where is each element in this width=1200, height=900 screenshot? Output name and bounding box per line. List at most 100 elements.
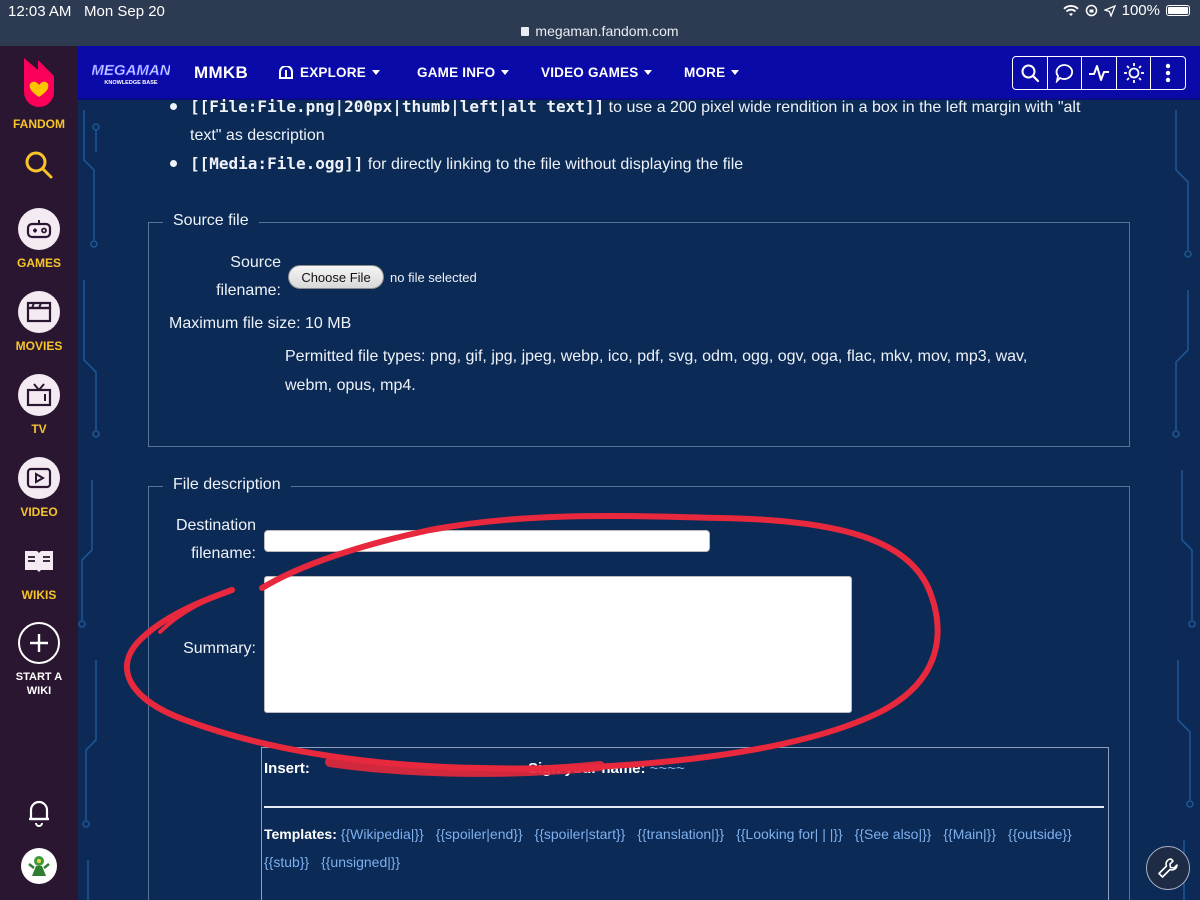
source-label-line2: filename: (216, 282, 281, 299)
destination-filename-label: Destination filename: (146, 512, 256, 568)
fandom-sidebar: FANDOM GAMES MOVIES TV VIDEO WIKIS START… (0, 46, 78, 900)
permitted-line1: Permitted file types: png, gif, jpg, jpe… (285, 348, 1028, 365)
rail-item-tv[interactable]: TV (0, 374, 78, 436)
book-icon (18, 540, 60, 582)
list-item: [[Media:File.ogg]] for directly linking … (170, 150, 1150, 179)
template-link[interactable]: {{Looking for| | |}} (736, 826, 843, 842)
dest-label-line1: Destination (175, 517, 256, 534)
fandom-search-button[interactable] (0, 150, 78, 185)
rail-item-movies[interactable]: MOVIES (0, 291, 78, 353)
rail-label-video: VIDEO (20, 505, 58, 519)
wiki-name[interactable]: MMKB (194, 63, 248, 83)
search-icon (25, 151, 53, 179)
status-indicators: 100% (1062, 2, 1190, 19)
user-avatar[interactable] (0, 848, 78, 884)
more-options-button[interactable] (1151, 57, 1185, 89)
template-link[interactable]: {{Main|}} (943, 826, 996, 842)
nav-explore[interactable]: EXPLORE (278, 65, 380, 80)
summary-textarea[interactable] (264, 576, 852, 713)
nav-video-games[interactable]: VIDEO GAMES (541, 65, 653, 80)
rail-label-wikis: WIKIS (21, 588, 57, 602)
recent-activity-button[interactable] (1082, 57, 1117, 89)
battery-percent: 100% (1121, 2, 1160, 19)
no-file-selected-text: no file selected (390, 270, 477, 285)
syntax-code-thumb: [[File:File.png|200px|thumb|left|alt tex… (190, 97, 605, 116)
list-item: [[File:File.png|200px|thumb|left|alt tex… (170, 93, 1150, 150)
fandom-logo[interactable]: FANDOM (0, 54, 78, 131)
destination-filename-input[interactable] (264, 530, 710, 552)
template-link[interactable]: {{spoiler|start}} (535, 826, 626, 842)
templates-list: Templates: {{Wikipedia|}} {{spoiler|end}… (264, 820, 1104, 876)
insert-label: Insert: (264, 760, 310, 777)
template-link[interactable]: {{unsigned|}} (321, 854, 400, 870)
rail-label-tv: TV (31, 422, 47, 436)
file-description-legend: File description (163, 476, 291, 494)
wrench-icon (1158, 858, 1178, 878)
syntax-code-media: [[Media:File.ogg]] (190, 154, 364, 173)
address-url: megaman.fandom.com (535, 23, 679, 39)
wifi-icon (1062, 4, 1079, 16)
play-icon (18, 457, 60, 499)
template-link[interactable]: {{spoiler|end}} (436, 826, 523, 842)
template-link[interactable]: {{outside}} (1008, 826, 1072, 842)
logo-text: MEGAMAN (92, 62, 170, 79)
fandom-flame-icon (24, 58, 54, 107)
chevron-down-icon (644, 70, 653, 75)
rail-item-wikis[interactable]: WIKIS (0, 540, 78, 602)
rail-label-start-a-wiki: START A WIKI (15, 671, 63, 697)
nav-more-label: MORE (684, 65, 726, 80)
search-icon (1021, 64, 1039, 83)
nav-more[interactable]: MORE (684, 65, 740, 80)
theme-toggle-button[interactable] (1117, 57, 1152, 89)
address-bar[interactable]: megaman.fandom.com (0, 23, 1200, 39)
template-link[interactable]: {{translation|}} (637, 826, 724, 842)
template-link[interactable]: {{Wikipedia|}} (341, 826, 424, 842)
page-content: [[File:File.png|200px|thumb|left|alt tex… (106, 97, 1170, 900)
chevron-down-icon (371, 70, 380, 75)
source-file-legend: Source file (163, 212, 259, 230)
choose-file-button[interactable]: Choose File (288, 265, 384, 289)
gamepad-icon (18, 208, 60, 250)
discussions-button[interactable] (1048, 57, 1083, 89)
fandom-brand: FANDOM (13, 117, 65, 131)
tv-icon (18, 374, 60, 416)
sign-your-name: Sign your name: ~~~~ (528, 760, 685, 777)
summary-label: Summary: (183, 640, 256, 657)
divider (264, 806, 1104, 808)
source-filename-label: Source filename: (166, 249, 281, 305)
syntax-desc-media: for directly linking to the file without… (363, 156, 744, 173)
bell-icon (29, 800, 49, 827)
rail-item-start-a-wiki[interactable]: START A WIKI (0, 622, 78, 698)
megaman-wiki-logo[interactable]: MEGAMAN KNOWLEDGE BASE (92, 60, 170, 86)
templates-label: Templates: (264, 826, 337, 842)
edit-tools-box: Insert: Sign your name: ~~~~ Templates: … (261, 747, 1109, 900)
nav-game-info-label: GAME INFO (417, 65, 496, 80)
signature-link[interactable]: ~~~~ (650, 760, 685, 777)
template-link[interactable]: {{See also|}} (855, 826, 932, 842)
rail-item-games[interactable]: GAMES (0, 208, 78, 270)
wiki-search-button[interactable] (1013, 57, 1048, 89)
template-link[interactable]: {{stub}} (264, 854, 309, 870)
activity-icon (1088, 65, 1109, 81)
location-icon (1103, 4, 1116, 17)
logo-subtext: KNOWLEDGE BASE (104, 80, 158, 86)
nav-game-info[interactable]: GAME INFO (417, 65, 510, 80)
status-bar: 12:03 AM Mon Sep 20 megaman.fandom.com 1… (0, 0, 1200, 46)
sign-label: Sign your name: (528, 760, 646, 777)
permitted-file-types-text: Permitted file types: png, gif, jpg, jpe… (285, 342, 1125, 400)
wiki-tools (1012, 56, 1186, 90)
plus-icon (18, 622, 60, 664)
rail-item-video[interactable]: VIDEO (0, 457, 78, 519)
tools-fab-button[interactable] (1146, 846, 1190, 890)
rotation-lock-icon (1085, 4, 1097, 17)
nav-video-games-label: VIDEO GAMES (541, 65, 639, 80)
max-file-size-text: Maximum file size: 10 MB (169, 315, 352, 332)
chevron-down-icon (731, 70, 740, 75)
clapperboard-icon (18, 291, 60, 333)
notifications-button[interactable] (0, 798, 78, 833)
chevron-down-icon (501, 70, 510, 75)
rail-label-movies: MOVIES (15, 339, 63, 353)
explore-icon (279, 65, 293, 79)
wiki-header: MEGAMAN KNOWLEDGE BASE MMKB EXPLORE GAME… (78, 46, 1200, 100)
speech-bubble-icon (1056, 64, 1074, 83)
